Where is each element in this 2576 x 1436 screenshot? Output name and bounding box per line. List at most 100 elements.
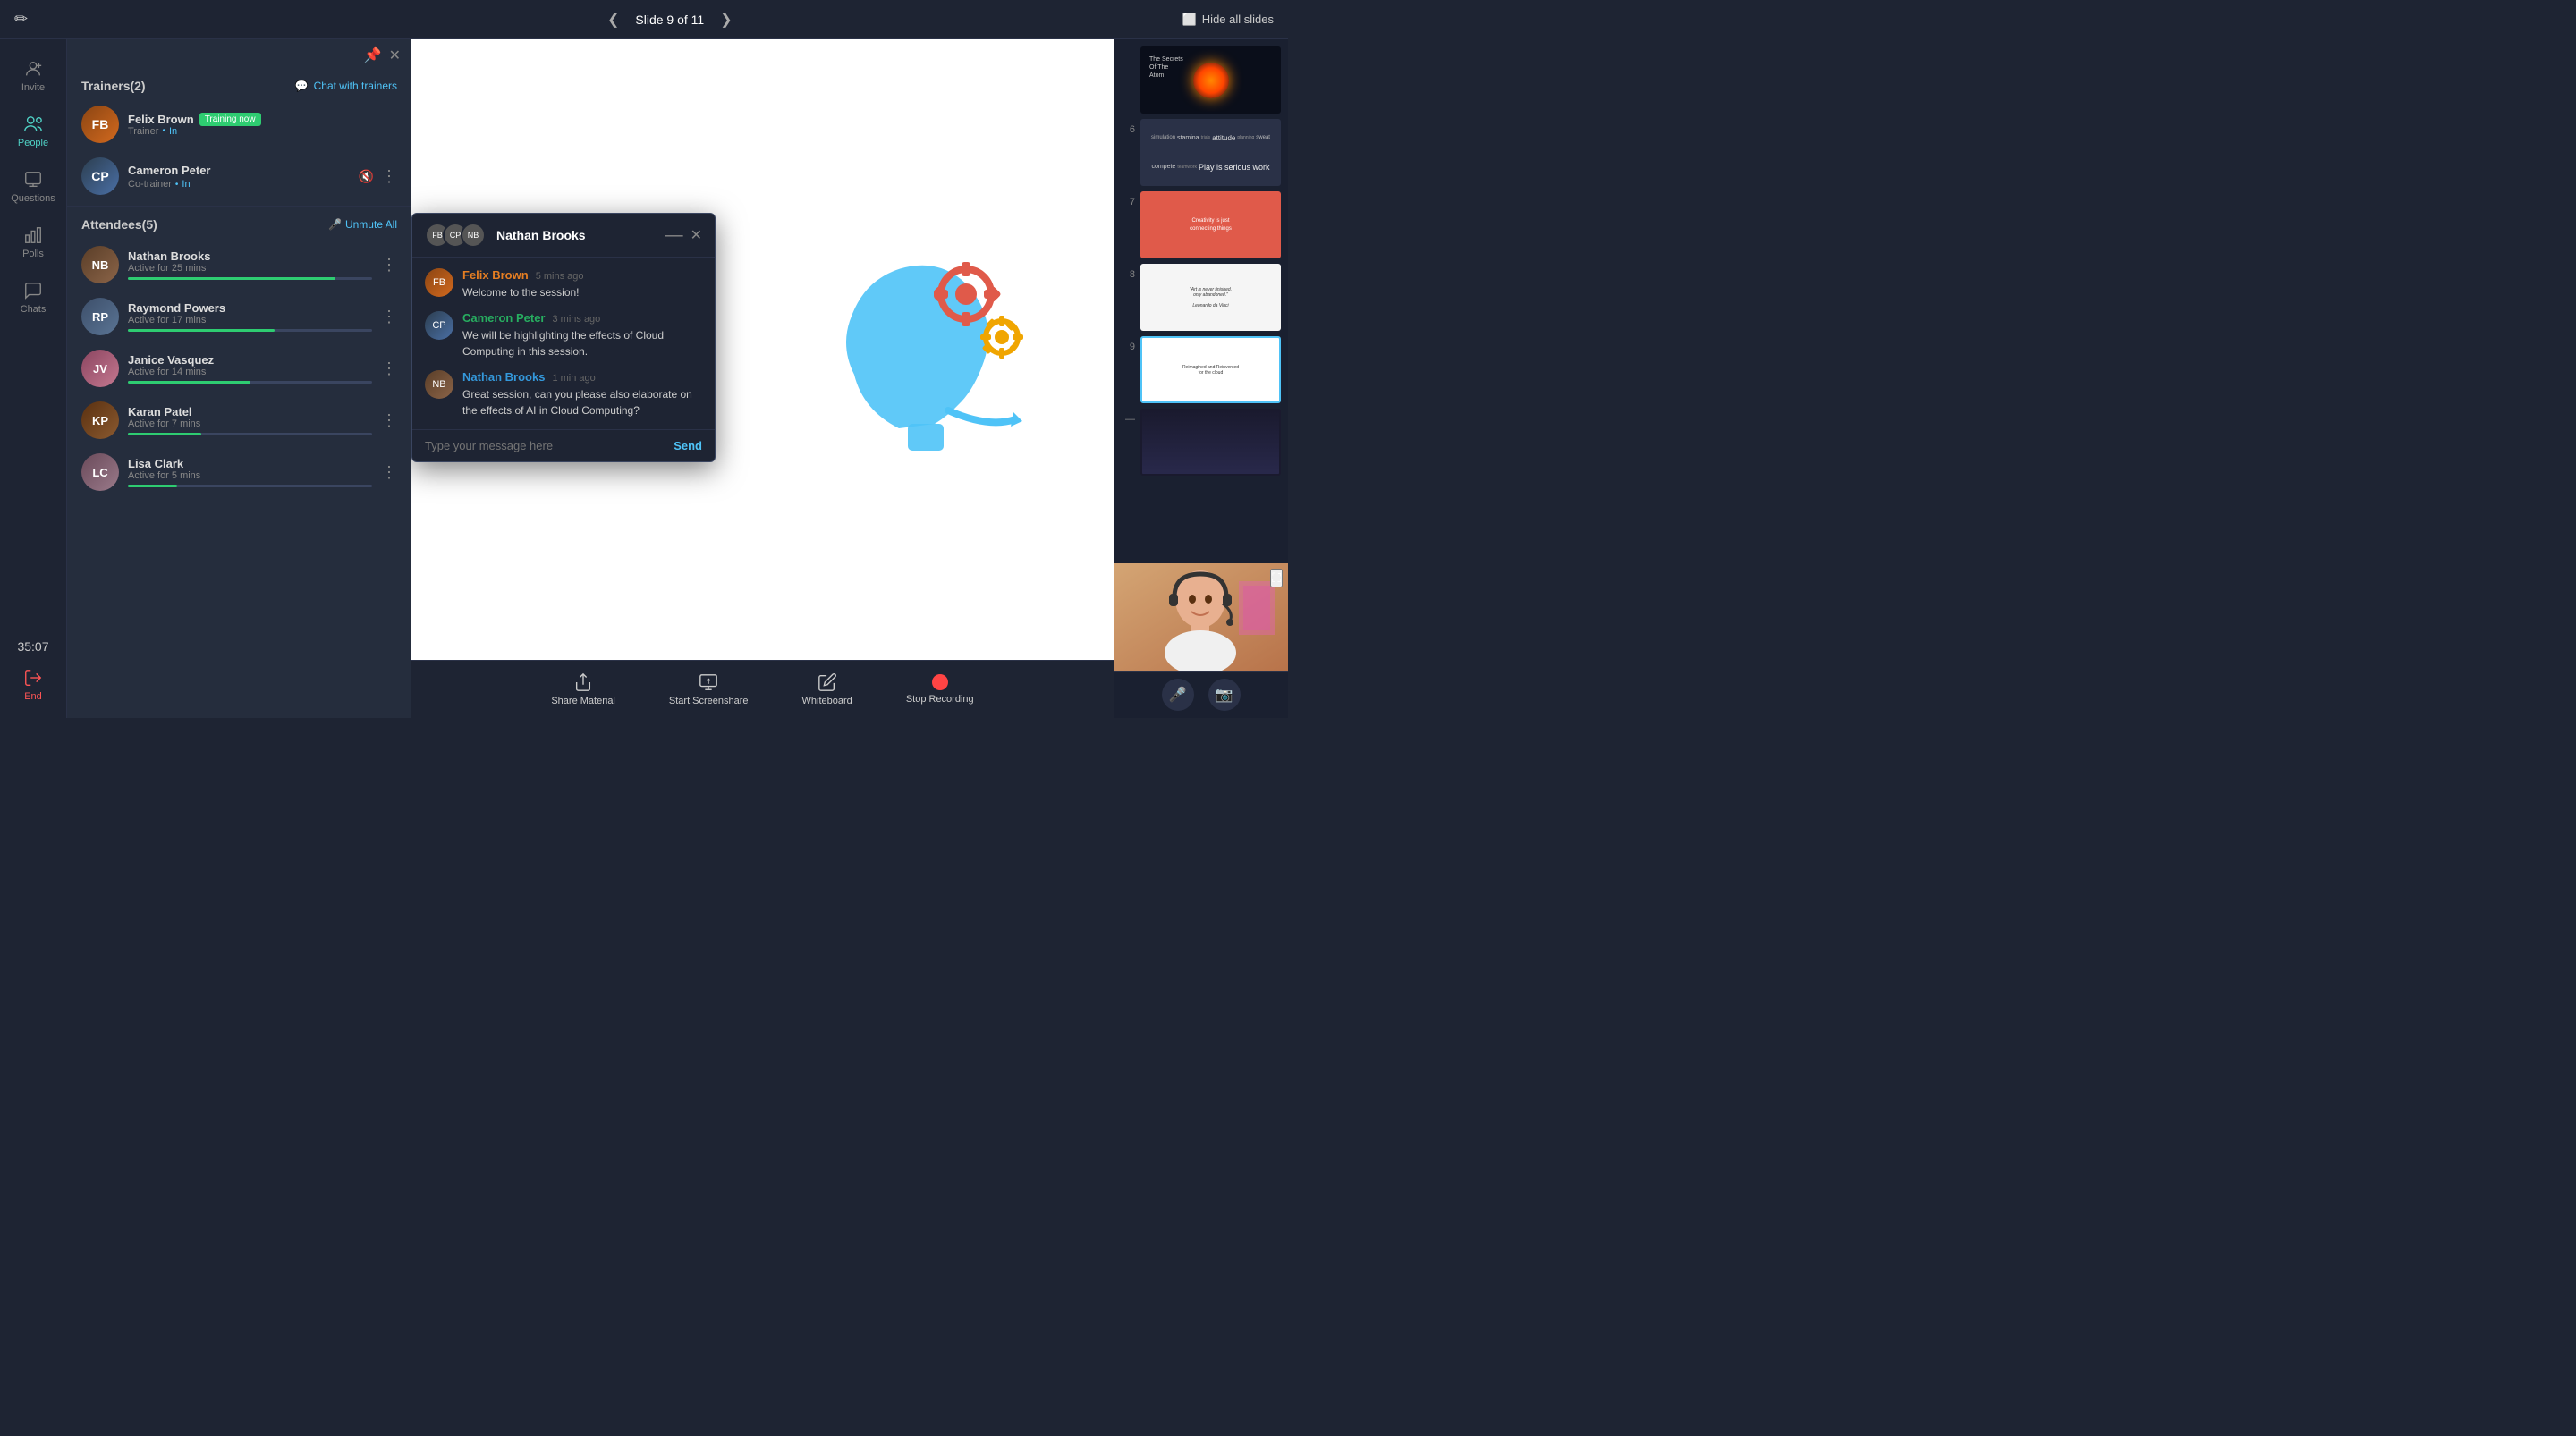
- video-person: [1114, 563, 1288, 671]
- panel-header: 📌 ✕: [67, 39, 411, 72]
- cameron-name: Cameron Peter: [128, 164, 210, 177]
- nathan-more-btn[interactable]: ⋮: [381, 256, 397, 275]
- avatar-cameron: CP: [81, 157, 119, 195]
- mic-control-btn[interactable]: 🎤: [1162, 679, 1194, 711]
- attendees-section-header: Attendees(5) 🎤 Unmute All: [67, 210, 411, 239]
- unmute-all-btn[interactable]: 🎤 Unmute All: [328, 218, 397, 231]
- cameron-more-btn[interactable]: ⋮: [381, 167, 397, 186]
- slide-row-10: —: [1121, 409, 1281, 476]
- nathan-progress-wrap: [128, 277, 372, 280]
- nathan-status: Active for 25 mins: [128, 263, 372, 274]
- sidebar-item-chats[interactable]: Chats: [0, 270, 66, 325]
- raymond-info: Raymond Powers Active for 17 mins: [128, 301, 372, 332]
- slide-row-8: 8 "Art is never finished,only abandoned.…: [1121, 264, 1281, 331]
- session-timer: 35:07: [17, 632, 48, 661]
- cameron-msg-header: Cameron Peter 3 mins ago: [462, 311, 702, 325]
- chat-title: Nathan Brooks: [496, 228, 658, 242]
- screenshare-btn[interactable]: Start Screenshare: [669, 672, 749, 706]
- chat-with-trainers-btn[interactable]: 💬 Chat with trainers: [295, 80, 397, 92]
- chat-minimize-btn[interactable]: —: [665, 226, 683, 244]
- janice-info: Janice Vasquez Active for 14 mins: [128, 353, 372, 384]
- slide-thumb-10[interactable]: [1140, 409, 1281, 476]
- mic-icon: 🎤: [328, 218, 342, 231]
- attendee-item-nathan[interactable]: NB Nathan Brooks Active for 25 mins ⋮: [67, 239, 411, 291]
- camera-control-btn[interactable]: 📷: [1208, 679, 1241, 711]
- sidebar-item-questions[interactable]: Questions: [0, 159, 66, 215]
- slide-placeholder: ...ented: [411, 39, 1114, 660]
- whiteboard-btn[interactable]: Whiteboard: [802, 672, 852, 706]
- msg-avatar-felix: FB: [425, 268, 453, 297]
- trainers-title: Trainers(2): [81, 79, 146, 93]
- send-btn[interactable]: Send: [674, 439, 702, 452]
- slide-number-8: 8: [1121, 264, 1135, 280]
- attendee-item-karan[interactable]: KP Karan Patel Active for 7 mins ⋮: [67, 394, 411, 446]
- end-btn[interactable]: End: [0, 661, 66, 709]
- felix-msg-text: Welcome to the session!: [462, 284, 584, 300]
- slide-7-text: Creativity is justconnecting things: [1190, 217, 1232, 232]
- cameron-actions: 🔇 ⋮: [359, 167, 397, 186]
- chat-input[interactable]: [425, 439, 666, 452]
- slide-9-text: Reimagined and Reinventedfor the cloud: [1182, 365, 1239, 376]
- dark-slide-bg: [1142, 410, 1279, 474]
- slide-thumb-7[interactable]: Creativity is justconnecting things: [1140, 191, 1281, 258]
- lisa-status: Active for 5 mins: [128, 470, 372, 481]
- unmute-all-label: Unmute All: [345, 218, 397, 231]
- slide-label: Slide 9 of 11: [635, 13, 704, 27]
- chat-close-btn[interactable]: ✕: [691, 226, 702, 244]
- karan-progress-wrap: [128, 433, 372, 435]
- attendee-item-lisa[interactable]: LC Lisa Clark Active for 5 mins ⋮: [67, 446, 411, 498]
- slide-thumb-6[interactable]: simulation stamina trials attitude plann…: [1140, 119, 1281, 186]
- whiteboard-label: Whiteboard: [802, 696, 852, 706]
- slide-thumb-title[interactable]: The SecretsOf TheAtom: [1140, 46, 1281, 114]
- cameron-info: Cameron Peter Co-trainer • In: [128, 163, 350, 190]
- slide-nav: ❮ Slide 9 of 11 ❯: [600, 7, 740, 32]
- chat-messages: FB Felix Brown 5 mins ago Welcome to the…: [412, 258, 715, 429]
- janice-more-btn[interactable]: ⋮: [381, 359, 397, 378]
- raymond-more-btn[interactable]: ⋮: [381, 308, 397, 326]
- video-thumb: ⛶: [1114, 563, 1288, 671]
- slide-next-btn[interactable]: ❯: [713, 7, 739, 32]
- screenshare-label: Start Screenshare: [669, 696, 749, 706]
- pin-btn[interactable]: 📌: [364, 46, 382, 64]
- sidebar-item-polls[interactable]: Polls: [0, 215, 66, 270]
- attendee-item-janice[interactable]: JV Janice Vasquez Active for 14 mins ⋮: [67, 342, 411, 394]
- slide-row-6: 6 simulation stamina trials attitude pla…: [1121, 119, 1281, 186]
- trainer-item-felix[interactable]: FB Felix Brown Training now Trainer • In: [67, 98, 411, 150]
- share-material-label: Share Material: [551, 696, 615, 706]
- sidebar-invite-label: Invite: [21, 82, 45, 93]
- share-material-btn[interactable]: Share Material: [551, 672, 615, 706]
- sidebar-item-invite[interactable]: Invite: [0, 48, 66, 104]
- close-btn[interactable]: ✕: [389, 46, 401, 64]
- slide-prev-btn[interactable]: ❮: [600, 7, 626, 32]
- left-sidebar: Invite People Questions Polls Chats: [0, 39, 67, 718]
- nathan-name: Nathan Brooks: [128, 249, 372, 263]
- sidebar-item-people[interactable]: People: [0, 104, 66, 159]
- main-layout: Invite People Questions Polls Chats: [0, 39, 1288, 718]
- janice-name: Janice Vasquez: [128, 353, 372, 367]
- people-panel: 📌 ✕ Trainers(2) 💬 Chat with trainers FB …: [67, 39, 411, 718]
- felix-msg-time: 5 mins ago: [536, 271, 584, 282]
- edit-icon-btn[interactable]: ✏: [14, 10, 28, 29]
- lisa-more-btn[interactable]: ⋮: [381, 463, 397, 482]
- hide-slides-btn[interactable]: ⬜ Hide all slides: [1182, 13, 1274, 27]
- stop-recording-btn[interactable]: Stop Recording: [906, 674, 974, 705]
- chat-input-area: Send: [412, 429, 715, 461]
- karan-name: Karan Patel: [128, 405, 372, 418]
- felix-info: Felix Brown Training now Trainer • In: [128, 113, 397, 137]
- karan-status: Active for 7 mins: [128, 418, 372, 429]
- top-bar-left: ✏: [14, 10, 157, 29]
- karan-progress-bar: [128, 433, 201, 435]
- slide-thumb-9[interactable]: Reimagined and Reinventedfor the cloud: [1140, 336, 1281, 403]
- felix-msg-sender: Felix Brown: [462, 268, 529, 282]
- nathan-info: Nathan Brooks Active for 25 mins: [128, 249, 372, 280]
- chat-message-nathan: NB Nathan Brooks 1 min ago Great session…: [425, 370, 702, 418]
- video-expand-btn[interactable]: ⛶: [1270, 569, 1283, 587]
- slide-thumb-8[interactable]: "Art is never finished,only abandoned."L…: [1140, 264, 1281, 331]
- felix-msg-body: Felix Brown 5 mins ago Welcome to the se…: [462, 268, 584, 300]
- attendee-item-raymond[interactable]: RP Raymond Powers Active for 17 mins ⋮: [67, 291, 411, 342]
- trainer-item-cameron[interactable]: CP Cameron Peter Co-trainer • In 🔇 ⋮: [67, 150, 411, 202]
- chat-header-avatars: FB CP NB: [425, 223, 486, 248]
- chat-icon: 💬: [295, 80, 309, 92]
- atom-text: The SecretsOf TheAtom: [1149, 55, 1183, 80]
- karan-more-btn[interactable]: ⋮: [381, 411, 397, 430]
